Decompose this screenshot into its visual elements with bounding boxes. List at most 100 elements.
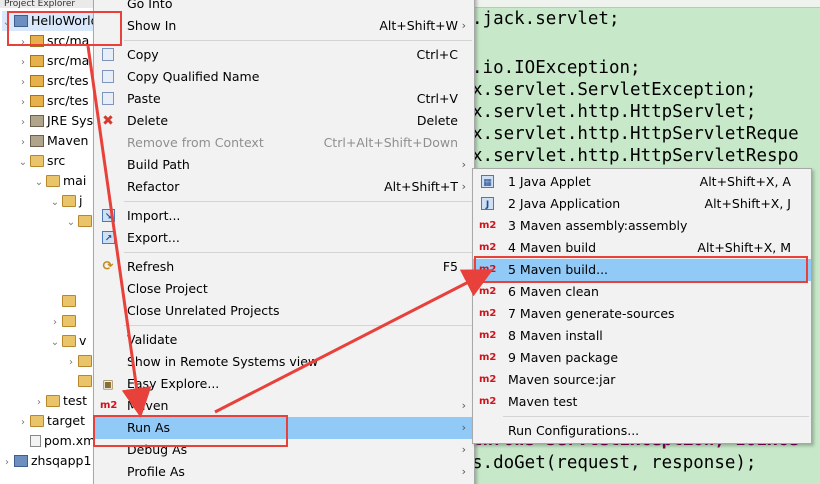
menu-item-shortcut: Alt+Shift+T <box>384 179 458 194</box>
run-as-item-9-maven-package[interactable]: m2 9 Maven package <box>473 347 811 369</box>
library-icon <box>30 115 44 127</box>
chevron-right-icon[interactable]: › <box>18 413 28 433</box>
chevron-right-icon[interactable]: › <box>18 53 28 73</box>
tree-item[interactable]: › src/tes <box>18 91 89 111</box>
run-as-item-3-maven-assembly-assembly[interactable]: m2 3 Maven assembly:assembly <box>473 215 811 237</box>
chevron-right-icon[interactable]: › <box>18 73 28 93</box>
menu-item-close-project[interactable]: Close Project <box>94 278 474 300</box>
run-as-item-label: 3 Maven assembly:assembly <box>508 218 688 233</box>
tree-item[interactable]: › src/ma <box>18 51 89 71</box>
tree-item[interactable]: › JRE Sys <box>18 111 93 131</box>
run-as-item-8-maven-install[interactable]: m2 8 Maven install <box>473 325 811 347</box>
tree-item[interactable]: ⌄ <box>66 211 95 231</box>
menu-item-copy[interactable]: Copy Ctrl+C <box>94 44 474 66</box>
menu-item-import[interactable]: ↘ Import... <box>94 205 474 227</box>
chevron-right-icon[interactable]: › <box>18 113 28 133</box>
menu-item-label: Refactor <box>127 179 180 194</box>
folder-icon <box>78 355 92 367</box>
chevron-down-icon[interactable]: ⌄ <box>18 153 28 173</box>
tree-item[interactable]: › <box>50 311 79 331</box>
run-as-item-7-maven-generate-sources[interactable]: m2 7 Maven generate-sources <box>473 303 811 325</box>
menu-item-label: Remove from Context <box>127 135 264 150</box>
menu-item-remove-from-context[interactable]: Remove from Context Ctrl+Alt+Shift+Down <box>94 132 474 154</box>
run-as-item-5-maven-build[interactable]: m2 5 Maven build... <box>473 259 811 281</box>
menu-item-delete[interactable]: ✖ Delete Delete <box>94 110 474 132</box>
menu-item-label: Import... <box>127 208 181 223</box>
chevron-right-icon[interactable]: › <box>18 93 28 113</box>
tree-item-label: Maven <box>47 133 89 148</box>
menu-item-profile-as[interactable]: Profile As › <box>94 461 474 483</box>
chevron-right-icon[interactable]: › <box>66 353 76 373</box>
chevron-right-icon[interactable]: › <box>50 313 60 333</box>
run-as-item-label: Run Configurations... <box>508 423 640 438</box>
run-as-item-run-configurations[interactable]: Run Configurations... <box>473 420 811 442</box>
run-as-item-1-java-applet[interactable]: ▦ 1 Java Applet Alt+Shift+X, A <box>473 171 811 193</box>
tree-item[interactable]: ⌄ j <box>50 191 83 213</box>
run-as-item-maven-test[interactable]: m2 Maven test <box>473 391 811 413</box>
tree-item-label: src/ma <box>47 53 90 68</box>
java-application-icon: J <box>481 197 494 210</box>
menu-item-shortcut: Ctrl+C <box>416 47 458 62</box>
chevron-right-icon[interactable]: › <box>34 393 44 413</box>
menu-item-label: Show in Remote Systems view <box>127 354 319 369</box>
menu-item-paste[interactable]: Paste Ctrl+V <box>94 88 474 110</box>
menu-item-refresh[interactable]: ⟳ Refresh F5 <box>94 256 474 278</box>
chevron-right-icon[interactable]: › <box>18 33 28 53</box>
menu-item-shortcut: Alt+Shift+W <box>379 18 458 33</box>
tree-item[interactable]: › test <box>34 391 87 411</box>
java-applet-icon: ▦ <box>481 175 494 188</box>
chevron-down-icon[interactable]: ⌄ <box>2 13 12 33</box>
library-icon <box>30 135 44 147</box>
tree-item[interactable]: ⌄ mai <box>34 171 87 193</box>
run-as-item-label: Maven test <box>508 394 578 409</box>
tree-item[interactable]: ⌄ src <box>18 151 65 171</box>
chevron-right-icon[interactable]: › <box>2 453 12 473</box>
tree-item[interactable]: › zhsqapp1 <box>2 451 91 471</box>
chevron-down-icon[interactable]: ⌄ <box>66 213 76 233</box>
menu-item-show-in-remote-systems-view[interactable]: Show in Remote Systems view <box>94 351 474 373</box>
tree-item[interactable] <box>66 371 95 391</box>
tree-item-label: test <box>63 393 88 408</box>
tree-item[interactable]: › Maven <box>18 131 88 151</box>
menu-item-refactor[interactable]: Refactor Alt+Shift+T › <box>94 176 474 198</box>
submenu-arrow-icon: › <box>461 443 466 456</box>
tree-item[interactable]: pom.xm <box>18 431 95 451</box>
menu-item-export[interactable]: ↗ Export... <box>94 227 474 249</box>
tree-item-label: mai <box>63 173 87 188</box>
run-as-item-maven-source-jar[interactable]: m2 Maven source:jar <box>473 369 811 391</box>
menu-item-copy-qualified-name[interactable]: Copy Qualified Name <box>94 66 474 88</box>
run-as-item-label: 2 Java Application <box>508 196 621 211</box>
tree-item[interactable]: › src/ma <box>18 31 89 51</box>
chevron-down-icon[interactable]: ⌄ <box>34 173 44 193</box>
chevron-right-icon[interactable]: › <box>18 133 28 153</box>
tree-item[interactable]: › src/tes <box>18 71 89 91</box>
run-as-item-2-java-application[interactable]: J 2 Java Application Alt+Shift+X, J <box>473 193 811 215</box>
tree-item[interactable]: ⌄ v <box>50 331 87 353</box>
menu-item-label: Close Project <box>127 281 208 296</box>
menu-item-label: Show In <box>127 18 177 33</box>
tree-item[interactable]: ⌄ HelloWorld <box>2 11 100 31</box>
explorer-header: Project Explorer <box>0 0 100 8</box>
run-as-item-4-maven-build[interactable]: m2 4 Maven build Alt+Shift+X, M <box>473 237 811 259</box>
menu-item-close-unrelated-projects[interactable]: Close Unrelated Projects <box>94 300 474 322</box>
menu-item-run-as[interactable]: Run As › <box>94 417 474 439</box>
tree-item[interactable] <box>50 291 79 311</box>
project-icon <box>14 15 28 27</box>
chevron-down-icon[interactable]: ⌄ <box>50 333 60 353</box>
menu-item-go-into[interactable]: Go Into <box>94 0 474 15</box>
menu-item-maven[interactable]: m2 Maven › <box>94 395 474 417</box>
tree-item[interactable]: › target <box>18 411 85 431</box>
tree-item[interactable]: › <box>66 351 95 371</box>
code-line: .io.IOException; <box>472 58 641 78</box>
menu-item-easy-explore[interactable]: ▣ Easy Explore... <box>94 373 474 395</box>
chevron-down-icon[interactable]: ⌄ <box>50 193 60 213</box>
run-as-item-label: 4 Maven build <box>508 240 597 255</box>
run-as-item-label: Maven source:jar <box>508 372 616 387</box>
menu-item-debug-as[interactable]: Debug As › <box>94 439 474 461</box>
menu-item-build-path[interactable]: Build Path › <box>94 154 474 176</box>
run-as-item-6-maven-clean[interactable]: m2 6 Maven clean <box>473 281 811 303</box>
menu-item-validate[interactable]: Validate <box>94 329 474 351</box>
menu-item-shortcut: Ctrl+V <box>416 91 458 106</box>
menu-item-show-in[interactable]: Show In Alt+Shift+W › <box>94 15 474 37</box>
submenu-arrow-icon: › <box>461 19 466 32</box>
